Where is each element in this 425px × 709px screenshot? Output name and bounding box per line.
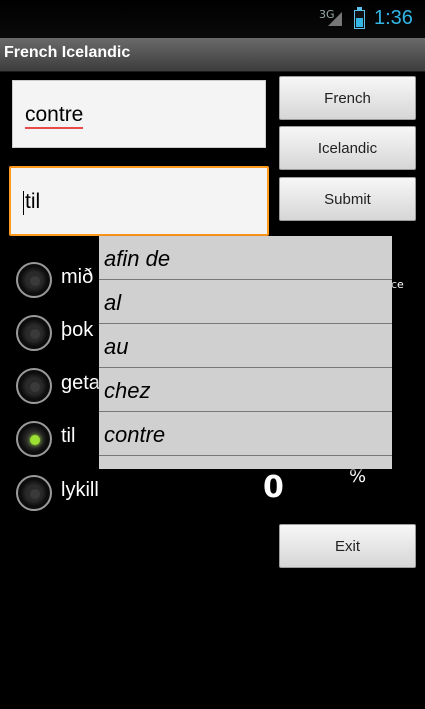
dropdown-item[interactable]: au	[99, 324, 392, 368]
answer-input[interactable]: til	[9, 166, 269, 236]
option-label: til	[61, 425, 76, 447]
app-title: French Icelandic	[4, 44, 131, 61]
radio-button-icon[interactable]	[16, 315, 52, 351]
french-button[interactable]: French	[279, 76, 416, 120]
autocomplete-dropdown[interactable]: afin de al au chez contre	[99, 236, 392, 469]
exit-button[interactable]: Exit	[279, 524, 416, 568]
option-label: þok	[61, 319, 94, 341]
battery-charging-icon	[354, 7, 365, 29]
option-radio-5[interactable]: lykill	[16, 475, 136, 515]
option-label: mið	[61, 266, 94, 288]
radio-button-icon[interactable]	[16, 262, 52, 298]
score-value: 0	[263, 470, 284, 505]
dropdown-item[interactable]: chez	[99, 368, 392, 412]
text-cursor	[23, 191, 24, 215]
status-bar: 3G 1:36	[0, 0, 425, 38]
score-caption-fragment: ce	[391, 278, 404, 291]
dropdown-item-partial[interactable]	[99, 456, 392, 469]
submit-button[interactable]: Submit	[279, 177, 416, 221]
icelandic-button[interactable]: Icelandic	[279, 126, 416, 170]
score-percent: %	[349, 466, 367, 487]
signal-icon	[328, 12, 342, 26]
source-word-value: contre	[25, 103, 84, 129]
app-title-bar: French Icelandic	[0, 38, 425, 72]
answer-value: til	[25, 190, 41, 213]
option-label: lykill	[61, 479, 99, 501]
source-word-field[interactable]: contre	[12, 80, 266, 148]
option-label: geta	[61, 372, 100, 394]
radio-button-checked-icon[interactable]	[16, 421, 52, 457]
clock: 1:36	[374, 7, 413, 29]
radio-button-icon[interactable]	[16, 368, 52, 404]
radio-button-icon[interactable]	[16, 475, 52, 511]
dropdown-item[interactable]: afin de	[99, 236, 392, 280]
dropdown-item[interactable]: al	[99, 280, 392, 324]
dropdown-item[interactable]: contre	[99, 412, 392, 456]
